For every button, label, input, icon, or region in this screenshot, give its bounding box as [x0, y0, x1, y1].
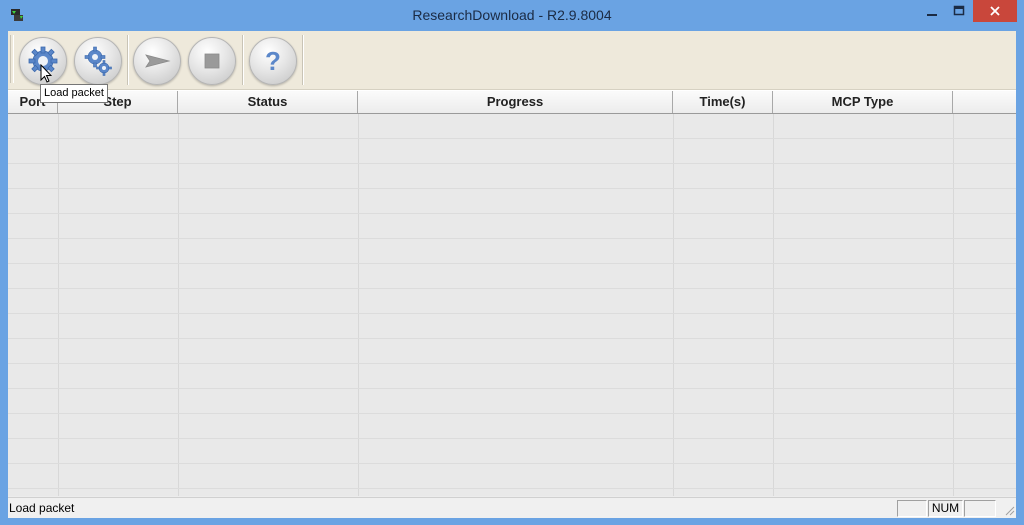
svg-text:?: ? — [265, 46, 281, 76]
table-row — [8, 464, 1016, 489]
close-button[interactable] — [973, 0, 1017, 22]
table-row — [8, 439, 1016, 464]
tooltip: Load packet — [40, 84, 108, 103]
column-status[interactable]: Status — [178, 91, 358, 113]
title-bar[interactable]: ResearchDownload - R2.9.8004 — [0, 0, 1024, 30]
table-row — [8, 364, 1016, 389]
gears-icon — [84, 46, 112, 76]
table-row — [8, 114, 1016, 139]
app-window: ResearchDownload - R2.9.8004 ? Port Step… — [0, 0, 1024, 525]
question-icon: ? — [265, 46, 281, 76]
column-progress[interactable]: Progress — [358, 91, 673, 113]
stop-icon — [204, 53, 220, 69]
mouse-cursor-icon — [40, 64, 52, 83]
client-area: ? Port Step Status Progress Time(s) MCP … — [8, 31, 1016, 518]
status-pane-num: NUM — [928, 500, 963, 517]
column-mcp-type[interactable]: MCP Type — [773, 91, 953, 113]
column-time[interactable]: Time(s) — [673, 91, 773, 113]
table-row — [8, 214, 1016, 239]
table-row — [8, 389, 1016, 414]
status-pane-scroll — [964, 500, 996, 517]
status-text: Load packet — [9, 501, 75, 515]
toolbar-separator — [242, 35, 244, 85]
toolbar: ? — [8, 31, 1016, 90]
table-row — [8, 314, 1016, 339]
toolbar-separator — [127, 35, 129, 85]
status-bar: Load packet NUM — [8, 497, 1016, 518]
help-button[interactable]: ? — [249, 37, 297, 85]
table-row — [8, 264, 1016, 289]
toolbar-separator — [302, 35, 304, 85]
start-download-button[interactable] — [133, 37, 181, 85]
table-row — [8, 164, 1016, 189]
table-row — [8, 414, 1016, 439]
toolbar-grip — [10, 35, 14, 83]
resize-grip-icon[interactable] — [1003, 504, 1015, 516]
minimize-icon — [927, 14, 937, 16]
close-icon — [990, 6, 1000, 16]
stop-download-button[interactable] — [188, 37, 236, 85]
minimize-button[interactable] — [918, 0, 946, 22]
maximize-icon — [953, 5, 965, 16]
column-filler — [953, 91, 1016, 113]
table-row — [8, 189, 1016, 214]
table-row — [8, 339, 1016, 364]
list-header: Port Step Status Progress Time(s) MCP Ty… — [8, 90, 1016, 115]
status-pane-caps — [897, 500, 927, 517]
settings-button[interactable] — [74, 37, 122, 85]
play-arrow-icon — [145, 54, 171, 68]
table-row — [8, 139, 1016, 164]
window-title: ResearchDownload - R2.9.8004 — [412, 7, 612, 23]
port-list[interactable] — [8, 114, 1016, 496]
maximize-button[interactable] — [945, 0, 973, 22]
table-row — [8, 289, 1016, 314]
table-row — [8, 239, 1016, 264]
